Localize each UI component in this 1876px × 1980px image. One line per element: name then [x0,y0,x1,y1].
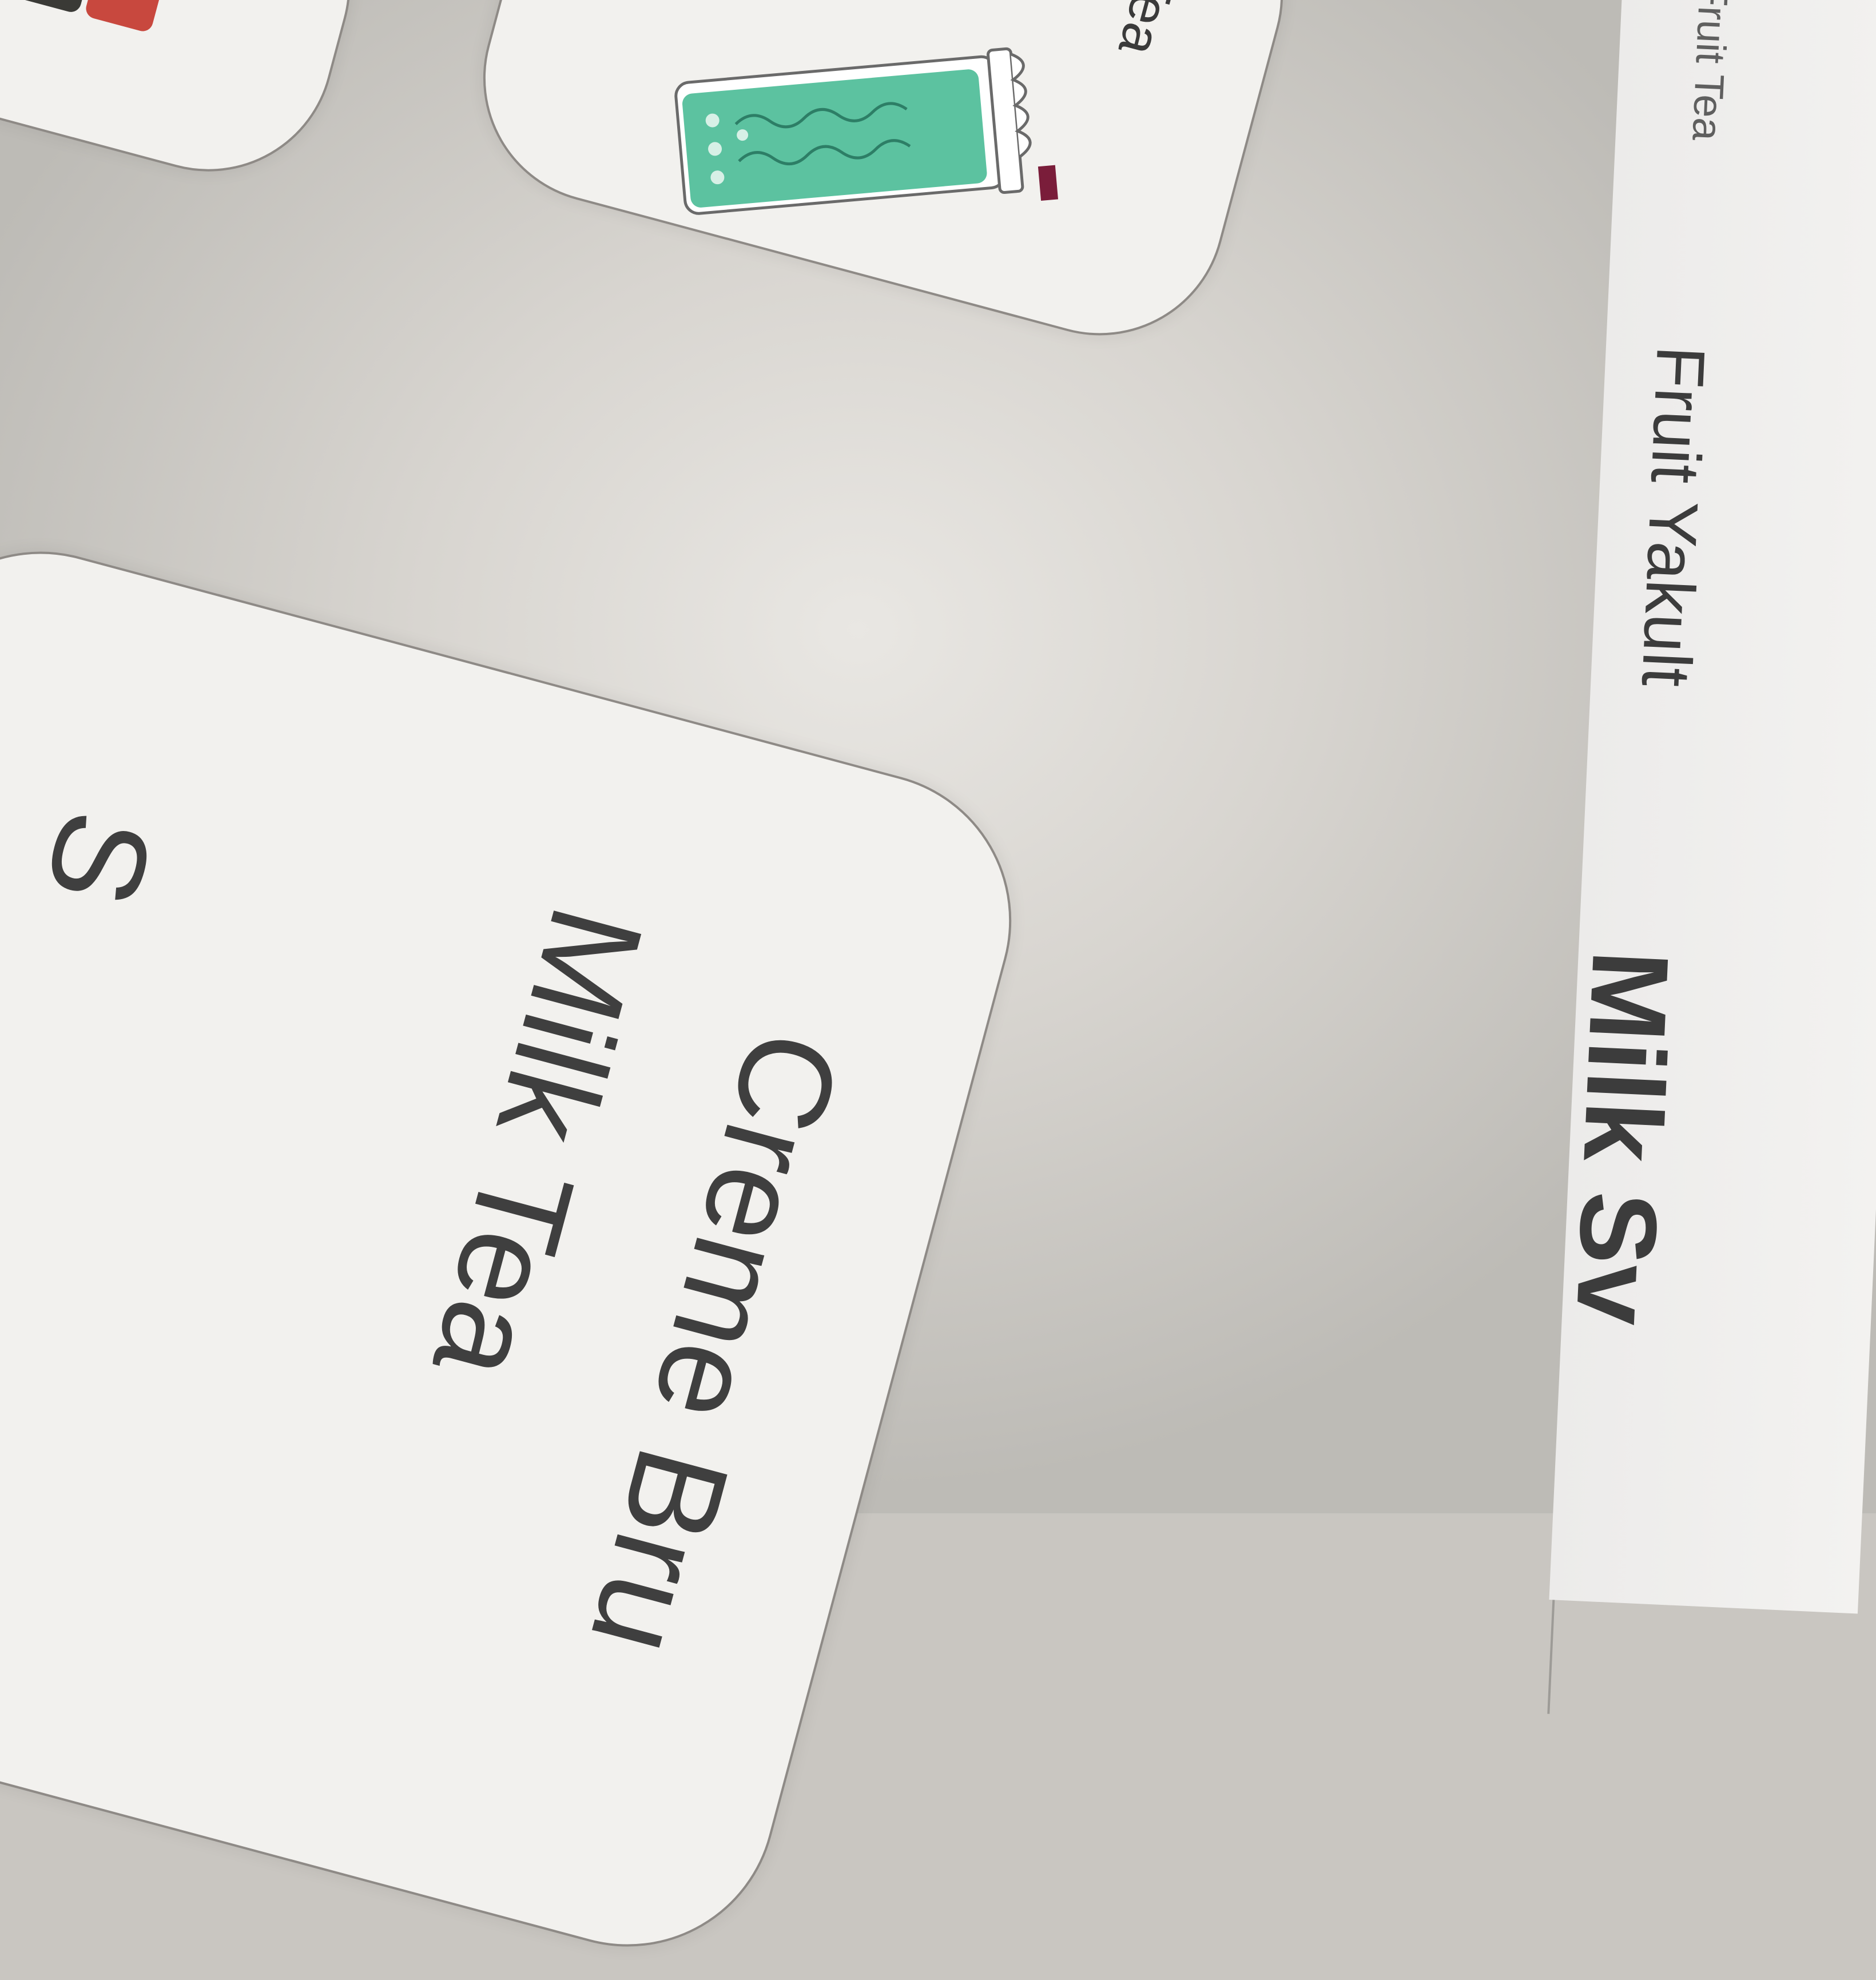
category-milk[interactable]: Milk Sv [1551,948,1692,1328]
category-fruit-yakult[interactable]: Fruit Yakult [1626,344,1720,688]
product-grid: Tea 31 Creme Bru Milk Tea S [0,0,1659,1980]
product-name: Tea [1107,0,1189,62]
product-card[interactable] [0,0,379,200]
product-name-line2: Milk Tea [405,893,672,1395]
product-card[interactable]: Tea 31 [455,0,1311,364]
mixed-drinks-icon [0,0,236,90]
product-name-line3: S [17,797,182,920]
drink-swatch-dark [11,0,98,14]
pos-screen: Tea 31 Creme Bru Milk Tea S [0,0,1876,1980]
product-card[interactable]: Creme Bru Milk Tea S [0,518,1045,1980]
drink-swatch-red [84,0,169,34]
drink-cup-icon [674,47,1059,215]
category-fruit-tea[interactable]: Fruit Tea [1683,0,1738,142]
